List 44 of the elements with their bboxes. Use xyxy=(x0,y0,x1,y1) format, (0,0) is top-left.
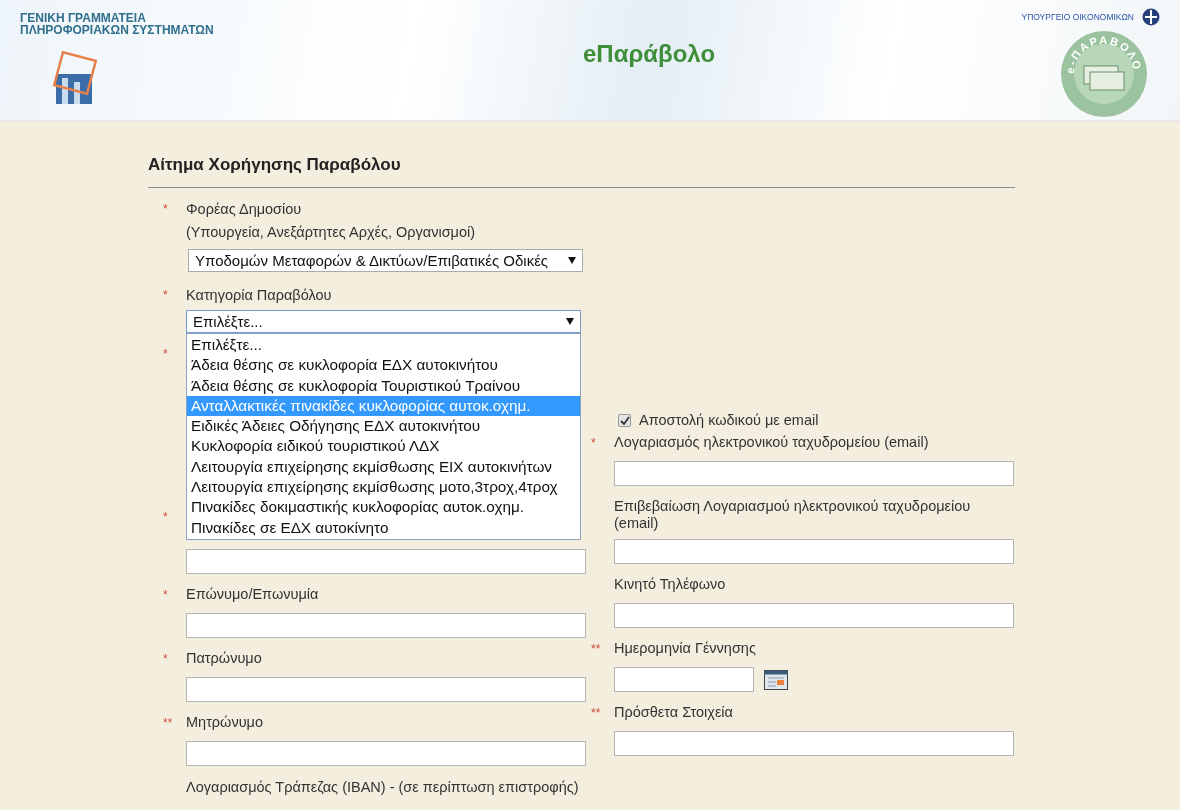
required-marker: * xyxy=(163,201,169,218)
required-marker: * xyxy=(163,587,169,604)
check-icon xyxy=(619,415,630,425)
required-marker: ** xyxy=(591,641,602,658)
field-label: Κατηγορία Παραβόλου xyxy=(186,286,333,304)
field-label: Επιβεβαίωση Λογαριασμού ηλεκτρονικού ταχυδρομείου (email) xyxy=(614,498,971,531)
ministry-name: ΥΠΟΥΡΓΕΙΟ ΟΙΚΟΝΟΜΙΚΩΝ xyxy=(1021,12,1134,22)
field-label: Πρόσθετα Στοιχεία xyxy=(614,704,733,720)
checkbox-label: Αποστολή κωδικού με email xyxy=(639,411,819,429)
field-hint: (Υπουργεία, Ανεξάρτητες Αρχές, Οργανισμοί) xyxy=(186,223,477,241)
calendar-icon[interactable] xyxy=(764,669,788,690)
text-field[interactable] xyxy=(186,613,586,638)
caret-icon xyxy=(566,318,574,325)
field-label: Μητρώνυμο xyxy=(186,714,264,730)
text-field[interactable] xyxy=(186,677,586,702)
field-label: Πατρώνυμο xyxy=(186,650,262,666)
field-label: Κινητό Τηλέφωνο xyxy=(614,576,726,592)
text-field[interactable] xyxy=(614,539,1014,564)
field-label: Λογαριασμός Τράπεζας (IBAN) - (σε περίπτωση επιστροφής) xyxy=(186,778,579,797)
agency-select[interactable]: Υποδομών Μεταφορών & Δικτύων/Επιβατικές Οδικές xyxy=(188,249,583,272)
field-label: Επώνυμο/Επωνυμία xyxy=(186,586,319,602)
date-field[interactable] xyxy=(614,667,754,692)
app-title: eΠαράβολο xyxy=(583,40,716,68)
caret-icon xyxy=(568,257,576,264)
organization-name: ΓΕΝΙΚΗ ΓΡΑΜΜΑΤΕΙΑ ΠΛΗΡΟΦΟΡΙΑΚΩΝ ΣΥΣΤΗΜΑΤΩΝ xyxy=(20,12,214,36)
required-marker: * xyxy=(163,509,169,526)
category-select[interactable]: Επιλέξτε... xyxy=(186,310,581,333)
checkbox[interactable] xyxy=(618,413,631,427)
field-label: Λογαριασμός ηλεκτρονικού ταχυδρομείου (email) xyxy=(614,434,929,450)
required-marker: * xyxy=(163,651,169,668)
text-field[interactable] xyxy=(614,461,1014,486)
required-marker: * xyxy=(163,287,169,304)
emblem-icon xyxy=(1142,8,1160,26)
field-label: Ημερομηνία Γέννησης xyxy=(614,640,756,656)
required-marker: ** xyxy=(163,715,174,732)
text-field[interactable] xyxy=(186,741,586,766)
required-marker: ** xyxy=(591,705,602,722)
required-marker: * xyxy=(591,435,597,452)
text-field[interactable] xyxy=(614,731,1014,756)
field-label: Φορέας Δημοσίου xyxy=(186,200,303,218)
text-field[interactable] xyxy=(186,549,586,574)
text-field[interactable] xyxy=(614,603,1014,628)
required-marker: * xyxy=(163,346,169,363)
form-title: Αίτημα Χορήγησης Παραβόλου xyxy=(148,155,1015,188)
